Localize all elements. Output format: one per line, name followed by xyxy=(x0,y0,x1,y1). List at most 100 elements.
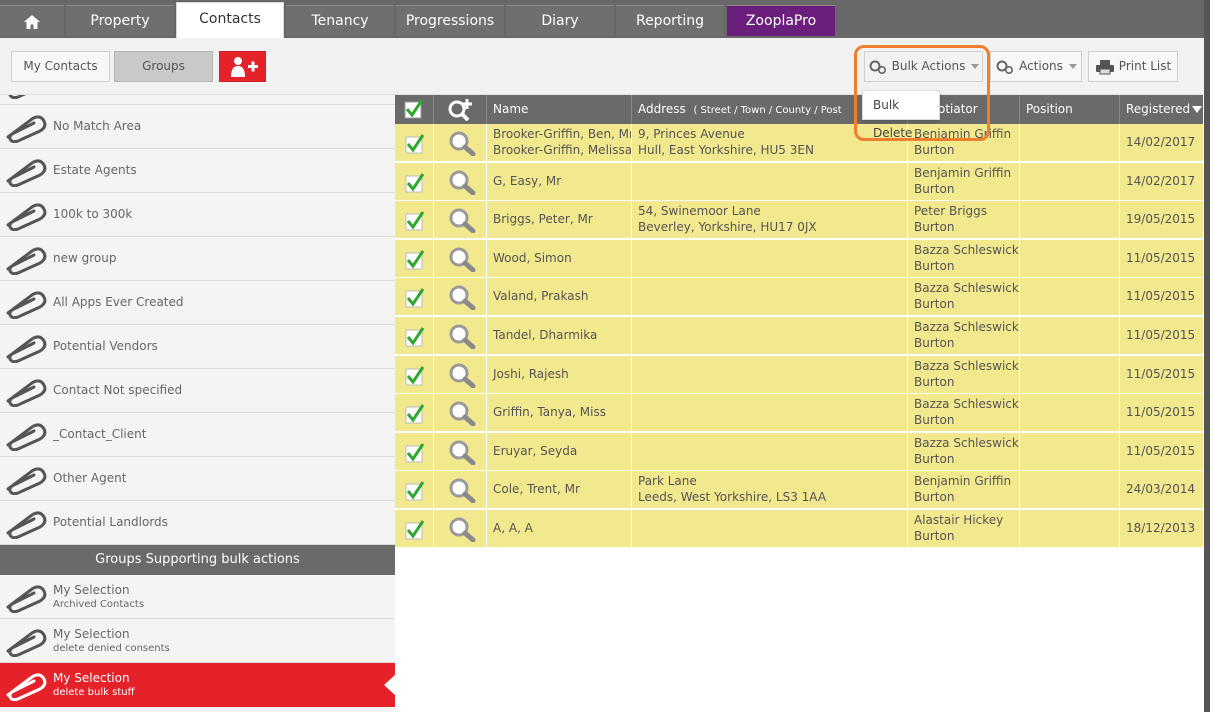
sidebar-group-item[interactable]: All Apps Ever Created xyxy=(0,281,395,325)
bulk-group-item-selected[interactable]: My Selection delete bulk stuff xyxy=(0,663,395,707)
table-row[interactable]: Tandel, Dharmika Bazza Schleswick Burton 11… xyxy=(395,317,1203,355)
table-row[interactable]: Wood, Simon Bazza Schleswick Burton 11/05/2… xyxy=(395,239,1203,278)
add-group-button[interactable] xyxy=(219,51,266,82)
tab-reporting[interactable]: Reporting xyxy=(616,5,724,36)
row-checkbox[interactable] xyxy=(395,433,433,471)
sidebar-group-item[interactable]: Potential Vendors xyxy=(0,325,395,369)
contact-registered: 11/05/2015 xyxy=(1119,355,1203,394)
row-checkbox[interactable] xyxy=(395,394,433,432)
contact-negotiator: Bazza Schleswick Burton xyxy=(907,239,1019,278)
tab-progressions[interactable]: Progressions xyxy=(396,5,504,36)
row-view-button[interactable] xyxy=(433,510,486,548)
magnifier-icon xyxy=(449,517,476,542)
contact-address xyxy=(631,394,907,433)
tab-tenancy[interactable]: Tenancy xyxy=(286,5,394,36)
magnifier-icon xyxy=(449,208,476,234)
row-view-button[interactable] xyxy=(433,317,486,355)
table-row[interactable]: G, Easy, Mr Benjamin Griffin Burton 14/02/2… xyxy=(395,162,1203,201)
contact-registered: 14/02/2017 xyxy=(1119,162,1203,201)
name-column-header[interactable]: Name xyxy=(486,95,631,124)
contact-position xyxy=(1019,201,1119,240)
registered-date: 11/05/2015 xyxy=(1126,328,1196,342)
table-row[interactable]: Valand, Prakash Bazza Schleswick Burton 11/… xyxy=(395,278,1203,317)
contact-negotiator-line1: Benjamin Griffin xyxy=(914,474,1012,489)
add-group-icon xyxy=(230,57,258,77)
groups-button[interactable]: Groups xyxy=(114,51,213,82)
row-view-button[interactable] xyxy=(433,471,486,510)
contact-negotiator: Benjamin Griffin Burton xyxy=(907,471,1019,510)
tab-diary[interactable]: Diary xyxy=(506,5,614,36)
table-row[interactable]: Brooker-Griffin, Ben, Mr Brooker-Griffin,… xyxy=(395,124,1203,162)
sidebar-group-item[interactable]: Contact Not specified xyxy=(0,369,395,413)
row-checkbox[interactable] xyxy=(395,510,433,548)
row-view-button[interactable] xyxy=(433,355,486,394)
sidebar-group-partial[interactable] xyxy=(0,95,395,105)
paperclip-icon xyxy=(6,467,47,495)
contact-name-text: A, A, A xyxy=(493,521,533,535)
table-row[interactable]: Cole, Trent, Mr Park Lane Leeds, West York… xyxy=(395,471,1203,510)
row-checkbox[interactable] xyxy=(395,240,433,278)
sidebar-group-item[interactable]: No Match Area xyxy=(0,105,395,149)
tab-home[interactable] xyxy=(0,5,64,36)
sidebar-group-item[interactable]: Potential Landlords xyxy=(0,501,395,545)
tab-contacts[interactable]: Contacts xyxy=(176,2,284,38)
row-checkbox[interactable] xyxy=(395,356,433,394)
contact-address: 54, Swinemoor Lane Beverley, Yorkshire, H… xyxy=(631,201,907,240)
contact-name: Briggs, Peter, Mr xyxy=(486,201,631,240)
bulk-groups-header: Groups Supporting bulk actions xyxy=(0,545,395,575)
contact-negotiator-line1: Alastair Hickey xyxy=(914,513,1004,527)
row-view-button[interactable] xyxy=(433,162,486,201)
row-view-button[interactable] xyxy=(433,432,486,471)
magnifier-icon xyxy=(449,131,476,156)
row-view-button[interactable] xyxy=(433,394,486,433)
row-checkbox[interactable] xyxy=(395,278,433,316)
sidebar-group-item[interactable]: _Contact_Client xyxy=(0,413,395,457)
contact-name-text: Valand, Prakash xyxy=(493,289,589,304)
sidebar-group-item[interactable]: new group xyxy=(0,237,395,281)
bulk-group-item[interactable]: My Selection delete denied consents xyxy=(0,619,395,663)
table-row[interactable]: Eruyar, Seyda Bazza Schleswick Burton 11/05… xyxy=(395,432,1203,471)
table-row[interactable]: Joshi, Rajesh Bazza Schleswick Burton 11/05… xyxy=(395,355,1203,394)
actions-button[interactable]: Actions xyxy=(990,51,1082,82)
select-all-checkbox[interactable] xyxy=(395,95,433,124)
table-row[interactable]: Griffin, Tanya, Miss Bazza Schleswick Burt… xyxy=(395,394,1203,433)
contact-negotiator: Peter Briggs Burton xyxy=(907,201,1019,240)
paperclip-icon xyxy=(6,335,47,363)
contact-name: Tandel, Dharmika xyxy=(486,317,631,355)
row-view-button[interactable] xyxy=(433,124,486,162)
row-view-button[interactable] xyxy=(433,278,486,317)
contact-address-line2: Leeds, West Yorkshire, LS3 1AA xyxy=(638,490,827,505)
address-header-label: Address xyxy=(638,102,686,116)
tab-zooplapro[interactable]: ZooplaPro xyxy=(727,5,835,36)
sidebar-group-item[interactable]: Estate Agents xyxy=(0,149,395,193)
sidebar-group-item[interactable]: Other Agent xyxy=(0,457,395,501)
row-checkbox[interactable] xyxy=(395,201,433,239)
paperclip-icon xyxy=(6,585,47,613)
contact-negotiator-line1: Peter Briggs xyxy=(914,204,988,219)
row-checkbox[interactable] xyxy=(395,163,433,201)
contact-negotiator: Benjamin Griffin Burton xyxy=(907,162,1019,201)
contact-negotiator-line2: Burton xyxy=(914,181,955,196)
row-view-button[interactable] xyxy=(433,239,486,278)
table-row[interactable]: A, A, A Alastair Hickey Burton 18/12/2013 xyxy=(395,510,1203,548)
registered-column-header[interactable]: Registered xyxy=(1119,95,1203,124)
contact-negotiator: Bazza Schleswick Burton xyxy=(907,432,1019,471)
callout-highlight xyxy=(854,45,990,141)
contact-registered: 19/05/2015 xyxy=(1119,201,1203,240)
add-search-header[interactable] xyxy=(433,95,486,124)
bulk-group-label: My Selection xyxy=(53,583,130,597)
contact-registered: 18/12/2013 xyxy=(1119,510,1203,548)
print-list-button[interactable]: Print List xyxy=(1088,51,1178,82)
row-checkbox[interactable] xyxy=(395,317,433,355)
bulk-group-item[interactable]: My Selection Archived Contacts xyxy=(0,575,395,619)
row-view-button[interactable] xyxy=(433,201,486,240)
sidebar-group-item[interactable]: 100k to 300k xyxy=(0,193,395,237)
contact-position xyxy=(1019,355,1119,394)
tab-property[interactable]: Property xyxy=(66,5,174,36)
contact-position xyxy=(1019,278,1119,317)
row-checkbox[interactable] xyxy=(395,124,433,162)
table-row[interactable]: Briggs, Peter, Mr 54, Swinemoor Lane Bever… xyxy=(395,201,1203,240)
position-column-header[interactable]: Position xyxy=(1019,95,1119,124)
my-contacts-button[interactable]: My Contacts xyxy=(11,51,110,82)
row-checkbox[interactable] xyxy=(395,471,433,509)
